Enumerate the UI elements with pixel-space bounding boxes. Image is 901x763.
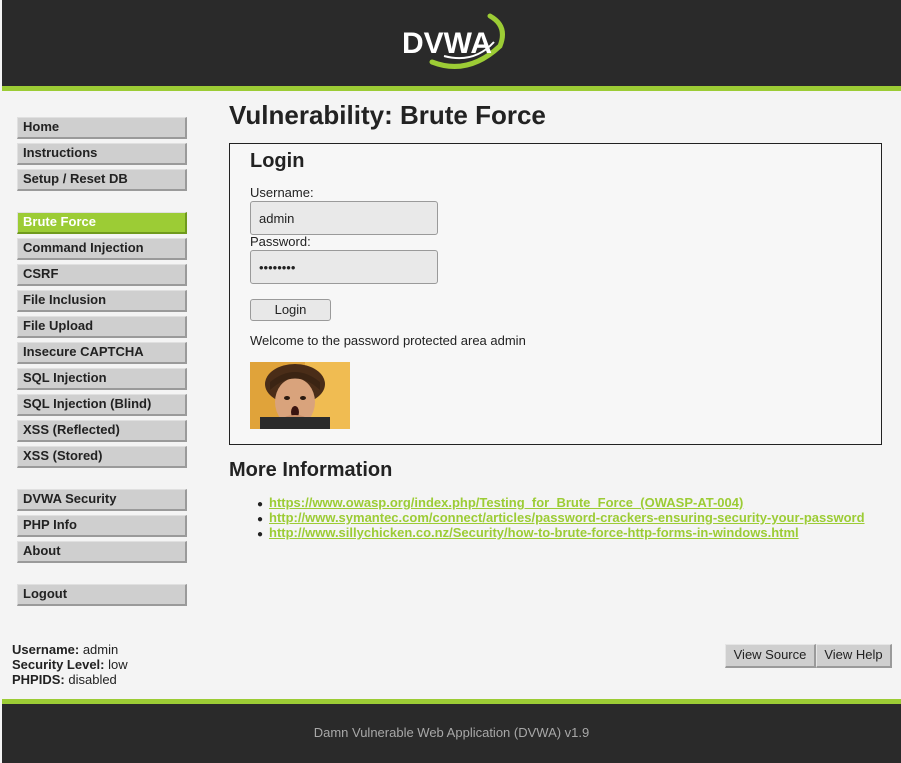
- page-title: Vulnerability: Brute Force: [229, 100, 546, 130]
- menu-item-xss-stored[interactable]: XSS (Stored): [17, 446, 187, 468]
- user-avatar-image: [250, 362, 350, 429]
- list-item: ● http://www.symantec.com/connect/article…: [257, 510, 865, 525]
- menu-item-setup-reset-db[interactable]: Setup / Reset DB: [17, 169, 187, 191]
- username-status-value: admin: [82, 642, 119, 657]
- owasp-link[interactable]: https://www.owasp.org/index.php/Testing_…: [269, 495, 743, 510]
- view-help-button[interactable]: View Help: [816, 644, 892, 668]
- menu-item-sql-injection-blind[interactable]: SQL Injection (Blind): [17, 394, 187, 416]
- password-label: Password:: [250, 234, 311, 249]
- menu-item-csrf[interactable]: CSRF: [17, 264, 187, 286]
- login-panel: Login Username: Password: Login Welcome …: [229, 143, 882, 445]
- menu-item-php-info[interactable]: PHP Info: [17, 515, 187, 537]
- password-input[interactable]: [250, 250, 438, 284]
- username-status: Username: admin: [12, 642, 128, 657]
- menu-item-xss-reflected[interactable]: XSS (Reflected): [17, 420, 187, 442]
- menu-item-dvwa-security[interactable]: DVWA Security: [17, 489, 187, 511]
- list-item: ● http://www.sillychicken.co.nz/Security/…: [257, 525, 799, 540]
- symantec-link[interactable]: http://www.symantec.com/connect/articles…: [269, 510, 865, 525]
- sillychicken-link[interactable]: http://www.sillychicken.co.nz/Security/h…: [269, 525, 799, 540]
- phpids-label: PHPIDS:: [12, 672, 65, 687]
- username-status-label: Username:: [12, 642, 80, 657]
- bullet-icon: ●: [257, 529, 264, 540]
- bullet-icon: ●: [257, 499, 264, 510]
- menu-item-file-inclusion[interactable]: File Inclusion: [17, 290, 187, 312]
- more-information-heading: More Information: [229, 459, 393, 481]
- svg-text:DVWA: DVWA: [402, 27, 492, 60]
- login-button[interactable]: Login: [250, 299, 331, 321]
- username-input[interactable]: [250, 201, 438, 235]
- welcome-message: Welcome to the password protected area a…: [250, 333, 526, 348]
- footer: Damn Vulnerable Web Application (DVWA) v…: [2, 704, 901, 763]
- menu-item-about[interactable]: About: [17, 541, 187, 563]
- bullet-icon: ●: [257, 514, 264, 525]
- session-info: Username: admin Security Level: low PHPI…: [12, 642, 128, 687]
- footer-text: Damn Vulnerable Web Application (DVWA) v…: [313, 725, 590, 740]
- menu-item-file-upload[interactable]: File Upload: [17, 316, 187, 338]
- dvwa-logo[interactable]: DVWA: [398, 10, 510, 72]
- security-level-status: Security Level: low: [12, 657, 128, 672]
- menu-item-home[interactable]: Home: [17, 117, 187, 139]
- menu-item-logout[interactable]: Logout: [17, 584, 187, 606]
- security-level-label: Security Level:: [12, 657, 105, 672]
- menu-item-brute-force[interactable]: Brute Force: [17, 212, 187, 234]
- login-heading: Login: [250, 150, 305, 172]
- menu-item-instructions[interactable]: Instructions: [17, 143, 187, 165]
- security-level-value: low: [108, 657, 128, 672]
- phpids-status: PHPIDS: disabled: [12, 672, 128, 687]
- menu-item-insecure-captcha[interactable]: Insecure CAPTCHA: [17, 342, 187, 364]
- list-item: ● https://www.owasp.org/index.php/Testing…: [257, 495, 743, 510]
- menu-item-command-injection[interactable]: Command Injection: [17, 238, 187, 260]
- header-accent-bar: [2, 86, 901, 91]
- menu-item-sql-injection[interactable]: SQL Injection: [17, 368, 187, 390]
- username-label: Username:: [250, 185, 314, 200]
- view-source-button[interactable]: View Source: [725, 644, 816, 668]
- phpids-value: disabled: [68, 672, 117, 687]
- header: DVWA: [2, 0, 901, 86]
